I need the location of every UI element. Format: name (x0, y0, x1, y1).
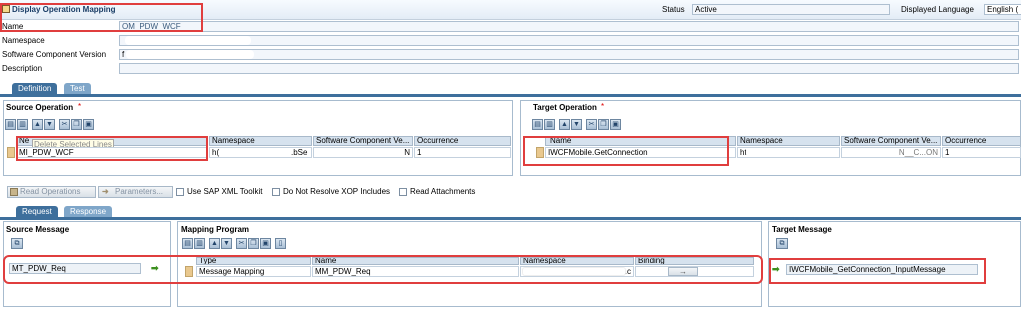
tab-request[interactable]: Request (16, 206, 58, 217)
language-label: Displayed Language (901, 5, 974, 14)
description-field (119, 63, 1019, 74)
source-namespace-redaction (219, 148, 290, 157)
parameters-button[interactable]: ➜ Parameters... (98, 186, 173, 198)
target-row-swc[interactable]: N__C...ON (841, 147, 941, 158)
namespace-field (119, 35, 1019, 46)
insert-line-icon[interactable]: ▤ (532, 119, 543, 130)
delete-line-icon[interactable]: ▥ (544, 119, 555, 130)
paste-icon[interactable]: ▣ (260, 238, 271, 249)
read-operations-button[interactable]: Read Operations (7, 186, 96, 198)
insert-line-icon[interactable]: ▤ (5, 119, 16, 130)
target-row-occurrence[interactable]: 1 (942, 147, 1021, 158)
read-attachments-label: Read Attachments (410, 187, 476, 196)
read-icon (10, 188, 18, 196)
language-select[interactable]: English ( (984, 4, 1021, 15)
source-swc-redaction (318, 148, 403, 157)
target-operation-highlight (523, 136, 729, 166)
request-underline (0, 217, 1021, 220)
namespace-label: Namespace (2, 36, 45, 45)
source-required-mark: * (78, 102, 82, 111)
move-up-icon[interactable]: ▲ (32, 119, 43, 130)
cut-icon[interactable]: ✂ (59, 119, 70, 130)
target-operation-title: Target Operation (533, 103, 597, 112)
name-field: OM_PDW_WCF (119, 21, 1019, 32)
document-icon[interactable]: ▯ (275, 238, 286, 249)
move-up-icon[interactable]: ▲ (559, 119, 570, 130)
delete-line-icon[interactable]: ▥ (194, 238, 205, 249)
source-message-open-icon[interactable]: ⧉ (11, 238, 23, 249)
source-operation-highlight (16, 136, 208, 161)
source-namespace-tail: .bSe (291, 148, 308, 157)
move-down-icon[interactable]: ▼ (44, 119, 55, 130)
insert-line-icon[interactable]: ▤ (182, 238, 193, 249)
swc-label: Software Component Version (2, 50, 107, 59)
copy-icon[interactable]: ❐ (248, 238, 259, 249)
tab-definition[interactable]: Definition (12, 83, 58, 94)
mapping-highlight (3, 255, 763, 284)
source-col-occurrence: Occurrence (414, 136, 511, 146)
source-row-selector[interactable] (7, 147, 15, 158)
move-down-icon[interactable]: ▼ (571, 119, 582, 130)
status-field: Active (692, 4, 890, 15)
use-sap-xml-label: Use SAP XML Toolkit (187, 187, 263, 196)
target-namespace-redaction (746, 148, 836, 157)
description-label: Description (2, 64, 43, 73)
source-col-swc: Software Component Ve... (313, 136, 413, 146)
move-up-icon[interactable]: ▲ (209, 238, 220, 249)
tab-response[interactable]: Response (64, 206, 113, 217)
source-operation-title: Source Operation (6, 103, 74, 112)
source-message-title: Source Message (6, 225, 70, 234)
status-label: Status (662, 5, 685, 14)
target-message-open-icon[interactable]: ⧉ (776, 238, 788, 249)
use-sap-xml-checkbox[interactable] (176, 188, 184, 196)
target-col-swc: Software Component Ve... (841, 136, 941, 146)
target-col-occurrence: Occurrence (942, 136, 1021, 146)
source-col-namespace: Namespace (209, 136, 312, 146)
tab-test[interactable]: Test (64, 83, 91, 94)
paste-icon[interactable]: ▣ (610, 119, 621, 130)
target-toolbar: ▤ ▥ ▲ ▼ ✂ ❐ ▣ (532, 119, 621, 131)
namespace-redaction (125, 36, 251, 45)
do-not-resolve-checkbox[interactable] (272, 188, 280, 196)
do-not-resolve-label: Do Not Resolve XOP Includes (283, 187, 391, 196)
cut-icon[interactable]: ✂ (236, 238, 247, 249)
mapping-program-title: Mapping Program (181, 225, 250, 234)
swc-redaction (126, 50, 254, 59)
tab-underline (0, 94, 1021, 97)
swc-field: f (119, 49, 1019, 60)
arrow-right-icon: ➜ (102, 187, 109, 196)
delete-line-icon[interactable]: ▥ (17, 119, 28, 130)
target-message-highlight (769, 258, 986, 284)
copy-icon[interactable]: ❐ (71, 119, 82, 130)
source-toolbar: ▤ ▥ ▲ ▼ ✂ ❐ ▣ (5, 119, 94, 131)
move-down-icon[interactable]: ▼ (221, 238, 232, 249)
source-row-occurrence[interactable]: 1 (414, 147, 511, 158)
target-col-namespace: Namespace (737, 136, 840, 146)
copy-icon[interactable]: ❐ (598, 119, 609, 130)
target-required-mark: * (601, 102, 605, 111)
mapping-toolbar: ▤ ▥ ▲ ▼ ✂ ❐ ▣ ▯ (182, 238, 286, 250)
target-message-title: Target Message (772, 225, 832, 234)
paste-icon[interactable]: ▣ (83, 119, 94, 130)
title-highlight (0, 3, 203, 32)
cut-icon[interactable]: ✂ (586, 119, 597, 130)
read-attachments-checkbox[interactable] (399, 188, 407, 196)
